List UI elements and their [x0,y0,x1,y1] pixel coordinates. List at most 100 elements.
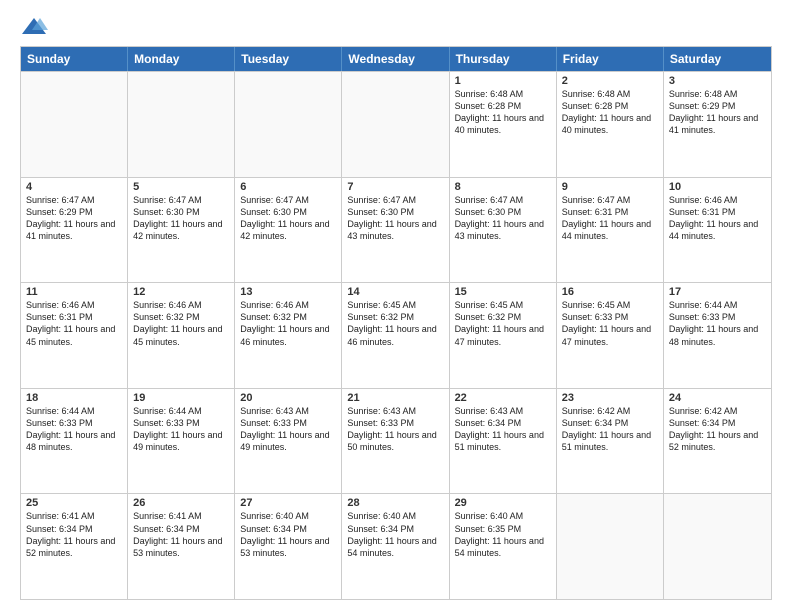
day-number: 13 [240,286,336,298]
calendar-day-20: 20Sunrise: 6:43 AM Sunset: 6:33 PM Dayli… [235,389,342,494]
day-info: Sunrise: 6:48 AM Sunset: 6:28 PM Dayligh… [455,88,551,137]
day-number: 12 [133,286,229,298]
calendar-day-5: 5Sunrise: 6:47 AM Sunset: 6:30 PM Daylig… [128,178,235,283]
day-info: Sunrise: 6:43 AM Sunset: 6:33 PM Dayligh… [240,405,336,454]
calendar-day-8: 8Sunrise: 6:47 AM Sunset: 6:30 PM Daylig… [450,178,557,283]
calendar-day-29: 29Sunrise: 6:40 AM Sunset: 6:35 PM Dayli… [450,494,557,599]
day-number: 25 [26,497,122,509]
day-number: 18 [26,392,122,404]
calendar-day-18: 18Sunrise: 6:44 AM Sunset: 6:33 PM Dayli… [21,389,128,494]
day-number: 29 [455,497,551,509]
day-info: Sunrise: 6:48 AM Sunset: 6:29 PM Dayligh… [669,88,766,137]
calendar-day-empty [235,72,342,177]
calendar-day-19: 19Sunrise: 6:44 AM Sunset: 6:33 PM Dayli… [128,389,235,494]
day-info: Sunrise: 6:42 AM Sunset: 6:34 PM Dayligh… [562,405,658,454]
calendar-week-5: 25 Sunrise: 6:41 AM Sunset: 6:34 PM Dayli… [21,493,771,599]
day-number: 10 [669,181,766,193]
day-number: 5 [133,181,229,193]
day-info: Sunrise: 6:40 AM Sunset: 6:34 PM Dayligh… [347,510,443,559]
day-info: Sunrise: 6:45 AM Sunset: 6:33 PM Dayligh… [562,299,658,348]
day-header-friday: Friday [557,47,664,71]
calendar-day-empty [342,72,449,177]
day-header-monday: Monday [128,47,235,71]
day-info: Sunrise: 6:44 AM Sunset: 6:33 PM Dayligh… [26,405,122,454]
calendar-day-22: 22Sunrise: 6:43 AM Sunset: 6:34 PM Dayli… [450,389,557,494]
day-info: Sunrise: 6:43 AM Sunset: 6:33 PM Dayligh… [347,405,443,454]
day-header-saturday: Saturday [664,47,771,71]
day-header-wednesday: Wednesday [342,47,449,71]
day-info: Sunrise: 6:42 AM Sunset: 6:34 PM Dayligh… [669,405,766,454]
calendar-week-4: 18Sunrise: 6:44 AM Sunset: 6:33 PM Dayli… [21,388,771,494]
day-number: 7 [347,181,443,193]
day-number: 16 [562,286,658,298]
day-number: 17 [669,286,766,298]
day-number: 27 [240,497,336,509]
calendar-day-empty [21,72,128,177]
day-info: Sunrise: 6:46 AM Sunset: 6:32 PM Dayligh… [240,299,336,348]
day-info: Sunrise: 6:43 AM Sunset: 6:34 PM Dayligh… [455,405,551,454]
day-info: Sunrise: 6:47 AM Sunset: 6:29 PM Dayligh… [26,194,122,243]
day-header-tuesday: Tuesday [235,47,342,71]
day-info: Sunrise: 6:45 AM Sunset: 6:32 PM Dayligh… [455,299,551,348]
calendar-day-25: 25Sunrise: 6:41 AM Sunset: 6:34 PM Dayli… [21,494,128,599]
calendar-day-24: 24Sunrise: 6:42 AM Sunset: 6:34 PM Dayli… [664,389,771,494]
day-info: Sunrise: 6:41 AM Sunset: 6:34 PM Dayligh… [133,510,229,559]
day-info: Sunrise: 6:44 AM Sunset: 6:33 PM Dayligh… [133,405,229,454]
day-number: 2 [562,75,658,87]
calendar-week-2: 4Sunrise: 6:47 AM Sunset: 6:29 PM Daylig… [21,177,771,283]
calendar-day-empty [557,494,664,599]
day-number: 9 [562,181,658,193]
day-info: Sunrise: 6:47 AM Sunset: 6:30 PM Dayligh… [347,194,443,243]
day-number: 21 [347,392,443,404]
calendar-day-empty [128,72,235,177]
calendar-day-27: 27Sunrise: 6:40 AM Sunset: 6:34 PM Dayli… [235,494,342,599]
day-number: 15 [455,286,551,298]
calendar-day-3: 3Sunrise: 6:48 AM Sunset: 6:29 PM Daylig… [664,72,771,177]
calendar-header-row: SundayMondayTuesdayWednesdayThursdayFrid… [21,47,771,71]
page: SundayMondayTuesdayWednesdayThursdayFrid… [0,0,792,612]
calendar-day-26: 26Sunrise: 6:41 AM Sunset: 6:34 PM Dayli… [128,494,235,599]
day-number: 26 [133,497,229,509]
day-info: Sunrise: 6:47 AM Sunset: 6:30 PM Dayligh… [455,194,551,243]
logo-icon [20,16,48,38]
calendar-day-17: 17Sunrise: 6:44 AM Sunset: 6:33 PM Dayli… [664,283,771,388]
day-number: 19 [133,392,229,404]
calendar-day-4: 4Sunrise: 6:47 AM Sunset: 6:29 PM Daylig… [21,178,128,283]
day-number: 22 [455,392,551,404]
calendar-day-28: 28Sunrise: 6:40 AM Sunset: 6:34 PM Dayli… [342,494,449,599]
day-number: 4 [26,181,122,193]
day-info: Sunrise: 6:47 AM Sunset: 6:30 PM Dayligh… [133,194,229,243]
calendar-day-12: 12Sunrise: 6:46 AM Sunset: 6:32 PM Dayli… [128,283,235,388]
day-number: 6 [240,181,336,193]
day-number: 1 [455,75,551,87]
day-number: 3 [669,75,766,87]
calendar-week-3: 11Sunrise: 6:46 AM Sunset: 6:31 PM Dayli… [21,282,771,388]
calendar-body: 1Sunrise: 6:48 AM Sunset: 6:28 PM Daylig… [21,71,771,599]
calendar-day-14: 14Sunrise: 6:45 AM Sunset: 6:32 PM Dayli… [342,283,449,388]
day-info: Sunrise: 6:40 AM Sunset: 6:34 PM Dayligh… [240,510,336,559]
calendar-day-13: 13Sunrise: 6:46 AM Sunset: 6:32 PM Dayli… [235,283,342,388]
day-info: Sunrise: 6:47 AM Sunset: 6:30 PM Dayligh… [240,194,336,243]
day-info: Sunrise: 6:45 AM Sunset: 6:32 PM Dayligh… [347,299,443,348]
day-info: Sunrise: 6:47 AM Sunset: 6:31 PM Dayligh… [562,194,658,243]
day-number: 24 [669,392,766,404]
calendar-day-16: 16Sunrise: 6:45 AM Sunset: 6:33 PM Dayli… [557,283,664,388]
calendar-day-15: 15Sunrise: 6:45 AM Sunset: 6:32 PM Dayli… [450,283,557,388]
day-header-sunday: Sunday [21,47,128,71]
calendar-day-2: 2Sunrise: 6:48 AM Sunset: 6:28 PM Daylig… [557,72,664,177]
day-info: Sunrise: 6:46 AM Sunset: 6:32 PM Dayligh… [133,299,229,348]
calendar-day-10: 10Sunrise: 6:46 AM Sunset: 6:31 PM Dayli… [664,178,771,283]
calendar: SundayMondayTuesdayWednesdayThursdayFrid… [20,46,772,600]
calendar-day-1: 1Sunrise: 6:48 AM Sunset: 6:28 PM Daylig… [450,72,557,177]
day-info: Sunrise: 6:46 AM Sunset: 6:31 PM Dayligh… [669,194,766,243]
day-info: Sunrise: 6:40 AM Sunset: 6:35 PM Dayligh… [455,510,551,559]
calendar-day-7: 7Sunrise: 6:47 AM Sunset: 6:30 PM Daylig… [342,178,449,283]
day-number: 20 [240,392,336,404]
day-info: Sunrise: 6:44 AM Sunset: 6:33 PM Dayligh… [669,299,766,348]
day-header-thursday: Thursday [450,47,557,71]
calendar-day-21: 21Sunrise: 6:43 AM Sunset: 6:33 PM Dayli… [342,389,449,494]
calendar-day-23: 23Sunrise: 6:42 AM Sunset: 6:34 PM Dayli… [557,389,664,494]
calendar-day-6: 6Sunrise: 6:47 AM Sunset: 6:30 PM Daylig… [235,178,342,283]
calendar-day-empty [664,494,771,599]
day-number: 28 [347,497,443,509]
